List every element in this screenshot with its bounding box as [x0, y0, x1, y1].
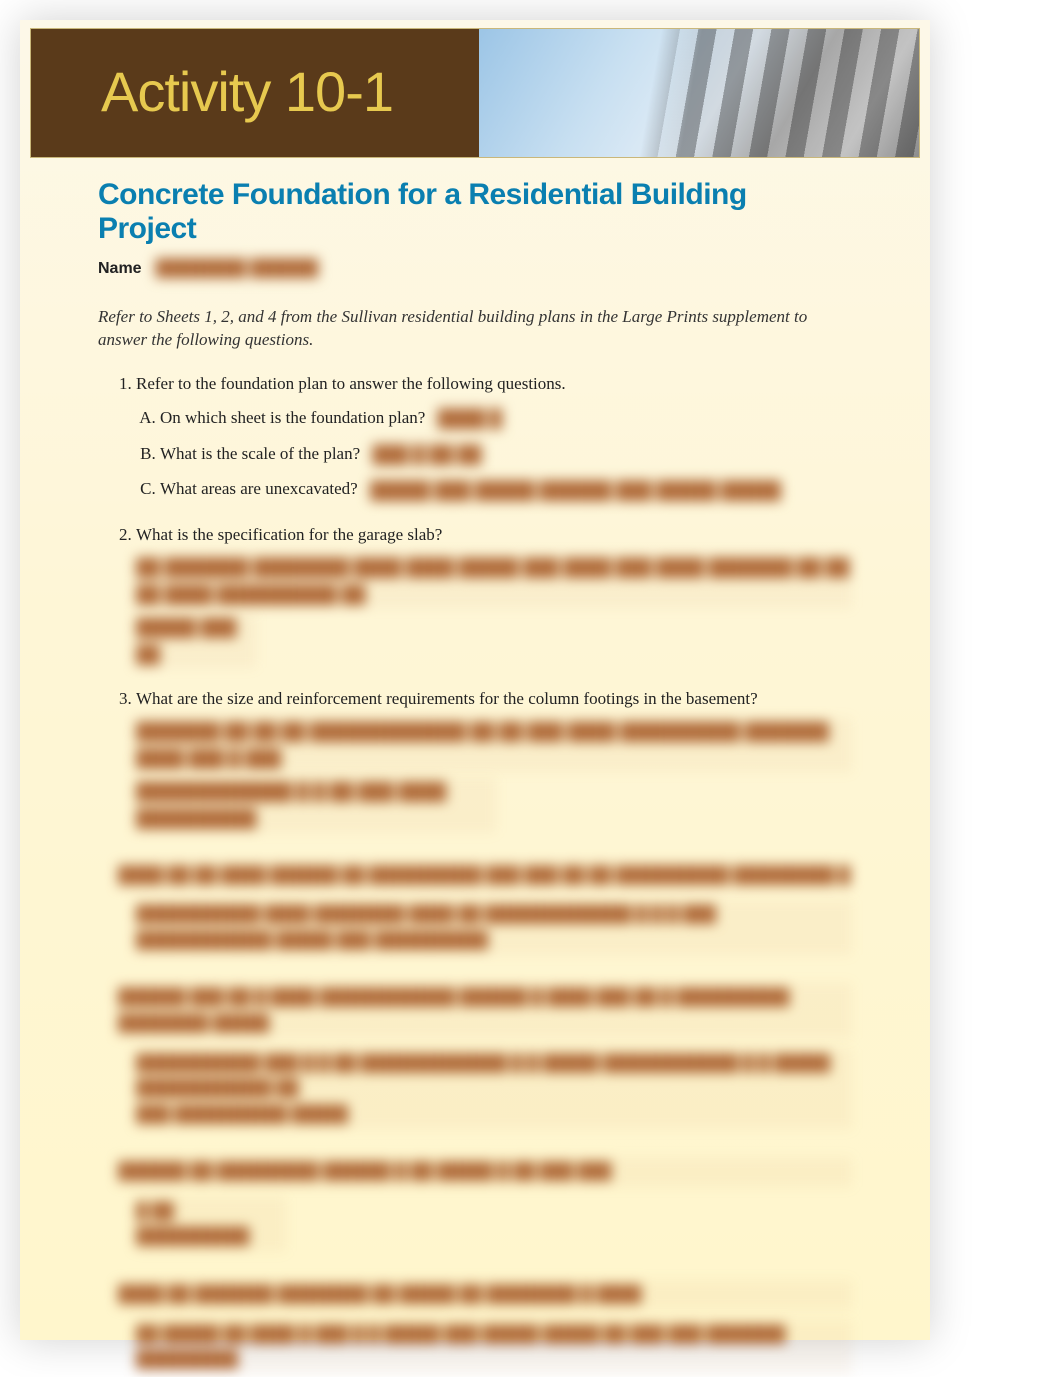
question-1c-answer: █████ ███ █████ ██████ ███ █████ █████ — [370, 477, 781, 504]
name-label: Name — [98, 260, 142, 278]
question-1a: On which sheet is the foundation plan? █… — [160, 405, 852, 433]
question-1c: What areas are unexcavated? █████ ███ ██… — [160, 476, 852, 504]
obscured-q6: ██████ ██ █████████ ██████ █ ██ █████ █ … — [118, 1157, 852, 1187]
question-2-answer-line2: █████ ███ ██ — [136, 614, 256, 668]
question-1c-text: What areas are unexcavated? — [160, 479, 358, 498]
obscured-a6: █ ██ ██████████ — [136, 1197, 286, 1252]
obscured-a4: ███████████ ████ ████████ ████ ██ ██████… — [136, 900, 852, 955]
question-2-answer-line1: ██ ███████ ████████ ████ ████ █████ ███ … — [136, 554, 852, 608]
question-1b-answer: ███ █ ██ ██ — [372, 441, 481, 468]
obscured-item-5: ██████ ███ ██ █ ████ ████████████ ██████… — [118, 983, 852, 1129]
question-1b-text: What is the scale of the plan? — [160, 444, 360, 463]
obscured-q5: ██████ ███ ██ █ ████ ████████████ ██████… — [118, 983, 852, 1038]
obscured-q4: ████ ██ ██ ████ ██████ ██ ██████████ ███… — [118, 861, 852, 891]
obscured-a7: ██ █████ ██ ████ █ ███ █ █ █████ ███ ███… — [136, 1320, 852, 1375]
question-list: Refer to the foundation plan to answer t… — [98, 371, 852, 832]
obscured-item-4: ████ ██ ██ ████ ██████ ██ ██████████ ███… — [118, 861, 852, 956]
question-3-answer-line1: ███████ ██ ██ ██ █████████████ ██ ██ ███… — [136, 718, 852, 772]
question-2: What is the specification for the garage… — [136, 522, 852, 668]
instructions-text: Refer to Sheets 1, 2, and 4 from the Sul… — [98, 306, 852, 352]
question-3-text: What are the size and reinforcement requ… — [136, 689, 758, 708]
content-area: Concrete Foundation for a Residential Bu… — [20, 158, 930, 1375]
question-1: Refer to the foundation plan to answer t… — [136, 371, 852, 504]
question-3: What are the size and reinforcement requ… — [136, 686, 852, 832]
obscured-item-6: ██████ ██ █████████ ██████ █ ██ █████ █ … — [118, 1157, 852, 1252]
name-row: Name ████████ ██████ — [98, 256, 852, 282]
question-1b: What is the scale of the plan? ███ █ ██ … — [160, 441, 852, 469]
question-1-sublist: On which sheet is the foundation plan? █… — [136, 405, 852, 504]
question-3-answer-line2: █████████████ █ █ ██ ███ ████ ██████████ — [136, 778, 496, 832]
worksheet-page: Activity 10-1 Concrete Foundation for a … — [20, 20, 930, 1340]
question-1a-answer: ████ █ — [438, 405, 502, 432]
obscured-q7: ████ ██ ███████ ████████ ██ █████ ██ ███… — [118, 1280, 852, 1310]
obscured-item-7: ████ ██ ███████ ████████ ██ █████ ██ ███… — [118, 1280, 852, 1375]
obscured-questions: ████ ██ ██ ████ ██████ ██ ██████████ ███… — [98, 861, 852, 1375]
name-value: ████████ ██████ — [156, 256, 319, 282]
obscured-a5: ███████████ ███ █ █ ██ █████████████ █ █… — [136, 1049, 852, 1130]
question-1a-text: On which sheet is the foundation plan? — [160, 408, 425, 427]
question-1-text: Refer to the foundation plan to answer t… — [136, 374, 566, 393]
banner: Activity 10-1 — [30, 28, 920, 158]
page-subtitle: Concrete Foundation for a Residential Bu… — [98, 178, 852, 246]
question-2-text: What is the specification for the garage… — [136, 525, 442, 544]
activity-title: Activity 10-1 — [31, 29, 919, 124]
